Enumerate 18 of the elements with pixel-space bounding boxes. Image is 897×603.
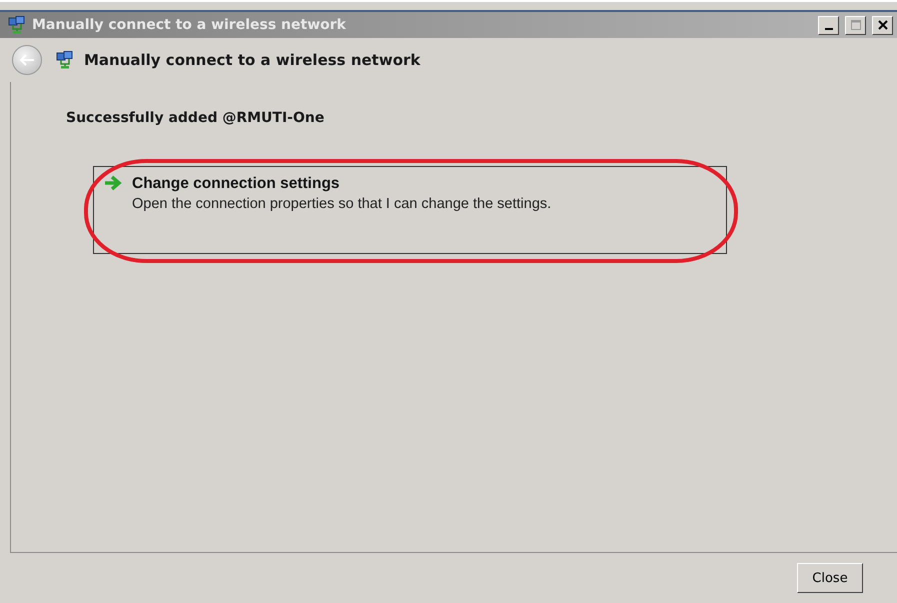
- minimize-icon: [824, 28, 832, 30]
- network-icon: [8, 16, 26, 34]
- close-button[interactable]: Close: [797, 563, 863, 593]
- close-button[interactable]: [872, 16, 893, 34]
- option-title: Change connection settings: [132, 175, 341, 193]
- page-title: Manually connect to a wireless network: [84, 51, 420, 69]
- maximize-icon: [850, 20, 860, 30]
- network-icon: [56, 51, 74, 69]
- command-link[interactable]: Change connection settings Open the connection properties so that I can change the settings.: [93, 166, 727, 254]
- back-arrow-icon: [19, 54, 35, 66]
- close-icon: [878, 20, 888, 30]
- arrow-right-icon: [104, 175, 122, 191]
- minimize-button[interactable]: [818, 16, 839, 34]
- back-button[interactable]: [12, 45, 42, 75]
- window-title: Manually connect to a wireless network: [32, 17, 347, 33]
- option-description: Open the connection properties so that I can change the settings.: [132, 196, 552, 212]
- maximize-button[interactable]: [845, 16, 866, 34]
- status-message: Successfully added @RMUTI-One: [66, 110, 326, 126]
